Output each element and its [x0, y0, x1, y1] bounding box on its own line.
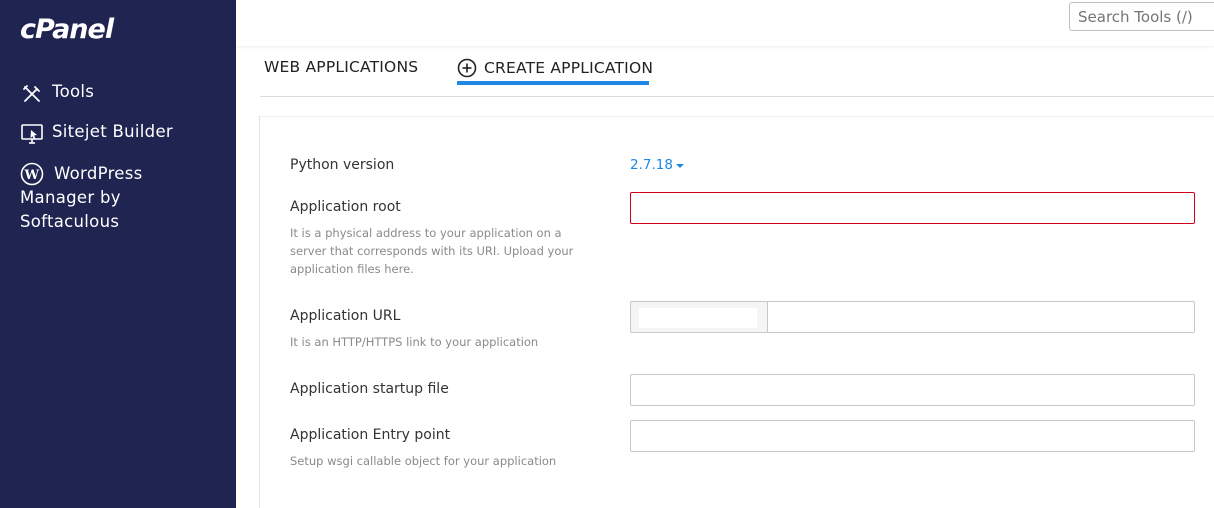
sidebar-item-wordpress[interactable]: W WordPress Manager by Softaculous — [20, 162, 220, 234]
tab-create-application[interactable]: CREATE APPLICATION — [457, 58, 653, 78]
plus-circle-icon — [457, 58, 477, 78]
svg-text:W: W — [24, 168, 40, 183]
application-url-help: It is an HTTP/HTTPS link to your applica… — [290, 335, 539, 349]
top-bar — [236, 0, 1214, 46]
domain-select-value — [639, 308, 757, 328]
sidebar-item-tools[interactable]: Tools — [20, 82, 94, 106]
startup-file-input[interactable] — [630, 374, 1195, 406]
tab-label: CREATE APPLICATION — [484, 59, 654, 77]
tab-web-applications[interactable]: WEB APPLICATIONS — [264, 58, 418, 76]
caret-down-icon — [675, 163, 684, 168]
entry-point-input[interactable] — [630, 420, 1195, 452]
tab-bar: WEB APPLICATIONS CREATE APPLICATION — [260, 48, 1214, 97]
python-version-label: Python version — [290, 157, 395, 173]
sidebar-item-label: Tools — [52, 82, 95, 101]
active-tab-indicator — [457, 81, 649, 85]
sidebar-item-sitejet[interactable]: Sitejet Builder — [20, 122, 173, 146]
search-tools-input[interactable] — [1069, 2, 1214, 31]
application-root-help: It is a physical address to your applica… — [290, 226, 574, 276]
cpanel-logo[interactable]: cPanel — [20, 14, 114, 45]
application-root-label: Application root — [290, 199, 401, 215]
application-url-label: Application URL — [290, 308, 401, 324]
python-version-value: 2.7.18 — [630, 157, 673, 173]
application-url-input[interactable] — [767, 301, 1195, 333]
entry-point-label: Application Entry point — [290, 427, 451, 443]
sidebar-item-label: Sitejet Builder — [52, 122, 173, 141]
wordpress-icon: W — [20, 162, 44, 186]
sidebar: cPanel Tools Sitejet Builder W WordPress… — [0, 0, 236, 508]
entry-point-help: Setup wsgi callable object for your appl… — [290, 454, 557, 468]
tools-icon — [23, 85, 40, 102]
application-root-input[interactable] — [630, 192, 1195, 224]
tab-label: WEB APPLICATIONS — [264, 58, 419, 76]
python-version-dropdown[interactable]: 2.7.18 — [630, 157, 684, 173]
startup-file-label: Application startup file — [290, 381, 449, 397]
domain-select[interactable] — [630, 301, 768, 333]
sidebar-item-label: WordPress Manager by Softaculous — [20, 164, 143, 231]
sitejet-monitor-icon — [21, 124, 43, 144]
